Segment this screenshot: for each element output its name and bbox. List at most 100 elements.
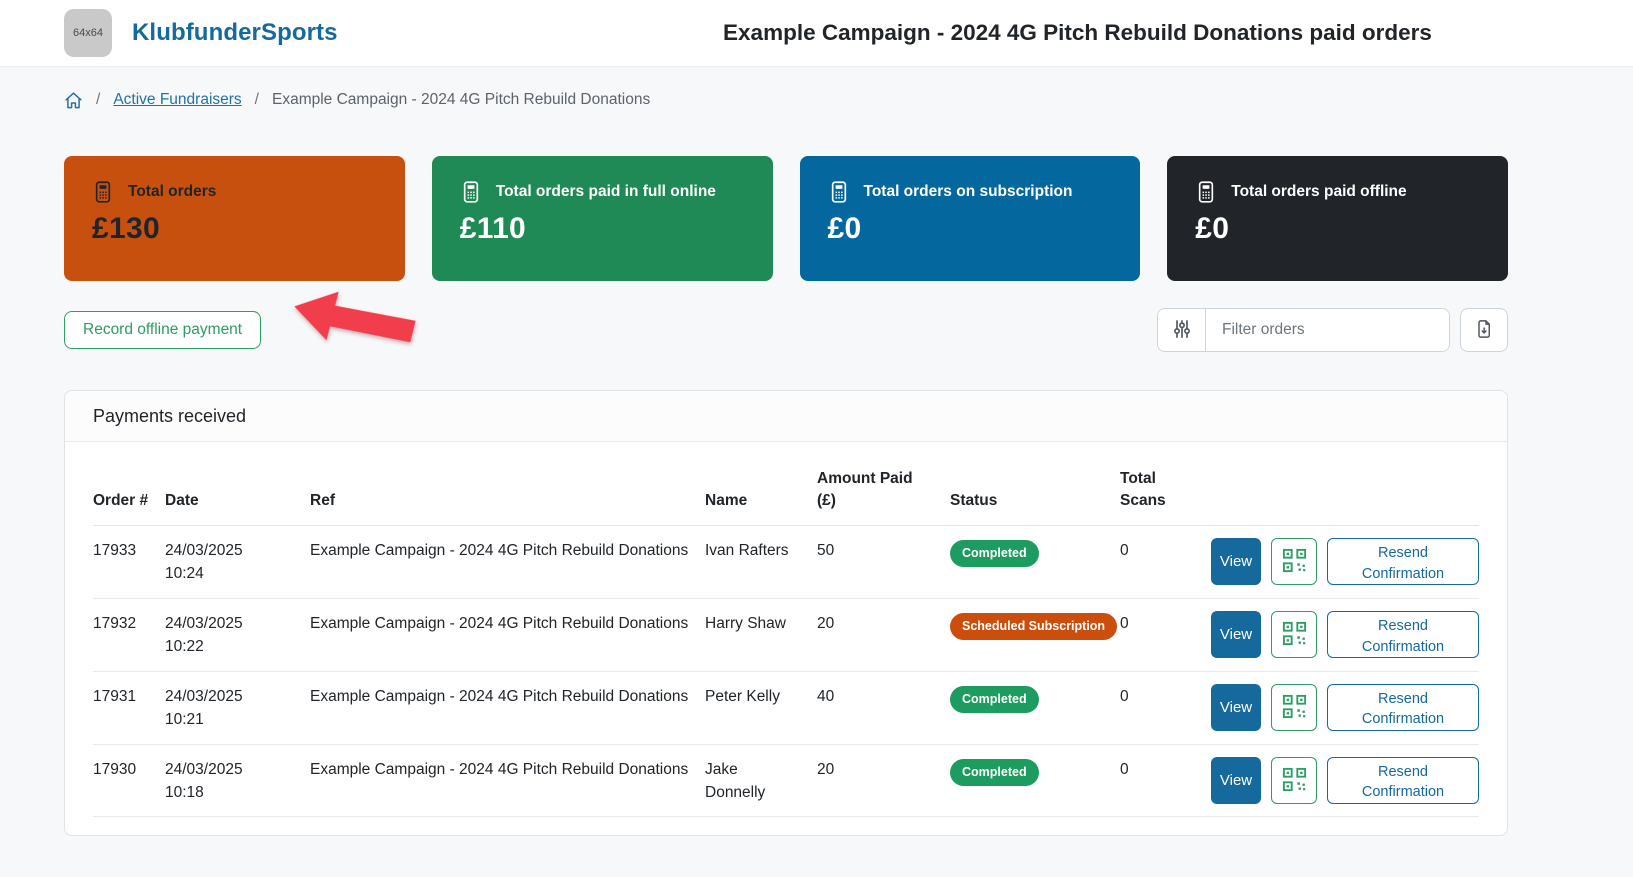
breadcrumb: / Active Fundraisers / Example Campaign … (64, 89, 1508, 110)
stat-card-0: Total orders £130 (64, 156, 405, 281)
order-ref-cell: Example Campaign - 2024 4G Pitch Rebuild… (310, 525, 705, 598)
status-badge: Completed (950, 686, 1039, 714)
annotation-arrow-shape (288, 282, 418, 360)
column-header-status: Status (950, 448, 1120, 525)
calculator-icon (460, 181, 482, 203)
stat-card-3: Total orders paid offline £0 (1167, 156, 1508, 281)
view-button[interactable]: View (1211, 757, 1261, 804)
amount-paid-cell: 20 (817, 744, 950, 817)
qr-code-button[interactable] (1271, 757, 1317, 804)
column-header-order: Order # (93, 448, 165, 525)
amount-paid-cell: 20 (817, 598, 950, 671)
qr-code-button[interactable] (1271, 611, 1317, 658)
order-time: 10:22 (165, 636, 294, 659)
calculator-icon (1195, 181, 1217, 203)
column-header-ref: Ref (310, 448, 705, 525)
breadcrumb-separator: / (255, 91, 259, 109)
export-button[interactable] (1460, 308, 1508, 352)
actions-row: Record offline payment (64, 308, 1508, 352)
order-date: 24/03/2025 (165, 759, 294, 782)
order-date: 24/03/2025 (165, 613, 294, 636)
view-button[interactable]: View (1211, 684, 1261, 731)
column-header-actions (1211, 448, 1479, 525)
filter-group (1157, 308, 1450, 352)
home-icon[interactable] (64, 91, 83, 110)
filter-orders-input[interactable] (1206, 309, 1449, 351)
table-row-2: 17931 24/03/2025 10:21 Example Campaign … (93, 671, 1479, 744)
logo-placeholder: 64x64 (64, 9, 112, 57)
column-header-name: Name (705, 448, 817, 525)
payments-panel: Payments received Order # Date Ref Name … (64, 390, 1508, 836)
breadcrumb-separator: / (96, 91, 100, 109)
qr-code-button[interactable] (1271, 684, 1317, 731)
table-header-row: Order # Date Ref Name Amount Paid (£) St… (93, 448, 1479, 525)
stat-card-1: Total orders paid in full online £110 (432, 156, 773, 281)
stat-card-label: Total orders paid in full online (496, 183, 716, 201)
order-number-cell: 17933 (93, 525, 165, 598)
order-ref-cell: Example Campaign - 2024 4G Pitch Rebuild… (310, 744, 705, 817)
filter-button[interactable] (1158, 309, 1206, 351)
stat-card-value: £110 (460, 212, 745, 246)
customer-name-cell: Jake Donnelly (705, 744, 817, 817)
view-button[interactable]: View (1211, 538, 1261, 585)
resend-confirmation-button[interactable]: Resend Confirmation (1327, 684, 1479, 731)
status-badge: Completed (950, 540, 1039, 568)
stat-card-value: £130 (92, 212, 377, 246)
order-date: 24/03/2025 (165, 540, 294, 563)
column-header-amount: Amount Paid (£) (817, 448, 950, 525)
payments-table: Order # Date Ref Name Amount Paid (£) St… (93, 448, 1479, 817)
order-number-cell: 17930 (93, 744, 165, 817)
annotation-arrow (284, 278, 421, 369)
qr-code-icon (1282, 621, 1307, 649)
status-badge: Completed (950, 759, 1039, 787)
status-badge: Scheduled Subscription (950, 613, 1117, 641)
stat-card-label: Total orders paid offline (1231, 183, 1406, 201)
breadcrumb-current-page: Example Campaign - 2024 4G Pitch Rebuild… (272, 91, 650, 109)
calculator-icon (92, 181, 114, 203)
breadcrumb-link-active-fundraisers[interactable]: Active Fundraisers (113, 91, 241, 109)
stat-card-value: £0 (1195, 212, 1480, 246)
logo-placeholder-text: 64x64 (73, 27, 103, 39)
resend-confirmation-button[interactable]: Resend Confirmation (1327, 611, 1479, 658)
stat-cards-row: Total orders £130 Total orders paid in f… (64, 156, 1508, 281)
app-header: 64x64 KlubfunderSports Example Campaign … (0, 0, 1633, 67)
stat-card-label: Total orders on subscription (864, 183, 1073, 201)
order-time: 10:24 (165, 563, 294, 586)
total-scans-cell: 0 (1120, 525, 1211, 598)
qr-code-icon (1282, 548, 1307, 576)
qr-code-button[interactable] (1271, 538, 1317, 585)
total-scans-cell: 0 (1120, 671, 1211, 744)
order-date: 24/03/2025 (165, 686, 294, 709)
order-time: 10:21 (165, 709, 294, 732)
customer-name-cell: Harry Shaw (705, 598, 817, 671)
table-row-0: 17933 24/03/2025 10:24 Example Campaign … (93, 525, 1479, 598)
view-button[interactable]: View (1211, 611, 1261, 658)
total-scans-cell: 0 (1120, 598, 1211, 671)
resend-confirmation-button[interactable]: Resend Confirmation (1327, 538, 1479, 585)
total-scans-cell: 0 (1120, 744, 1211, 817)
payments-panel-title: Payments received (93, 406, 246, 426)
table-row-1: 17932 24/03/2025 10:22 Example Campaign … (93, 598, 1479, 671)
payments-panel-header: Payments received (65, 391, 1507, 442)
amount-paid-cell: 50 (817, 525, 950, 598)
file-download-icon (1474, 319, 1494, 342)
stat-card-2: Total orders on subscription £0 (800, 156, 1141, 281)
resend-confirmation-button[interactable]: Resend Confirmation (1327, 757, 1479, 804)
order-number-cell: 17931 (93, 671, 165, 744)
amount-paid-cell: 40 (817, 671, 950, 744)
sliders-icon (1172, 319, 1192, 342)
qr-code-icon (1282, 694, 1307, 722)
customer-name-cell: Ivan Rafters (705, 525, 817, 598)
record-offline-payment-button[interactable]: Record offline payment (64, 311, 261, 349)
calculator-icon (828, 181, 850, 203)
brand-name: KlubfunderSports (132, 19, 338, 47)
table-controls (1157, 308, 1508, 352)
order-ref-cell: Example Campaign - 2024 4G Pitch Rebuild… (310, 598, 705, 671)
column-header-scans: Total Scans (1120, 448, 1211, 525)
stat-card-label: Total orders (128, 183, 216, 201)
table-row-3: 17930 24/03/2025 10:18 Example Campaign … (93, 744, 1479, 817)
order-number-cell: 17932 (93, 598, 165, 671)
stat-card-value: £0 (828, 212, 1113, 246)
customer-name-cell: Peter Kelly (705, 671, 817, 744)
order-ref-cell: Example Campaign - 2024 4G Pitch Rebuild… (310, 671, 705, 744)
